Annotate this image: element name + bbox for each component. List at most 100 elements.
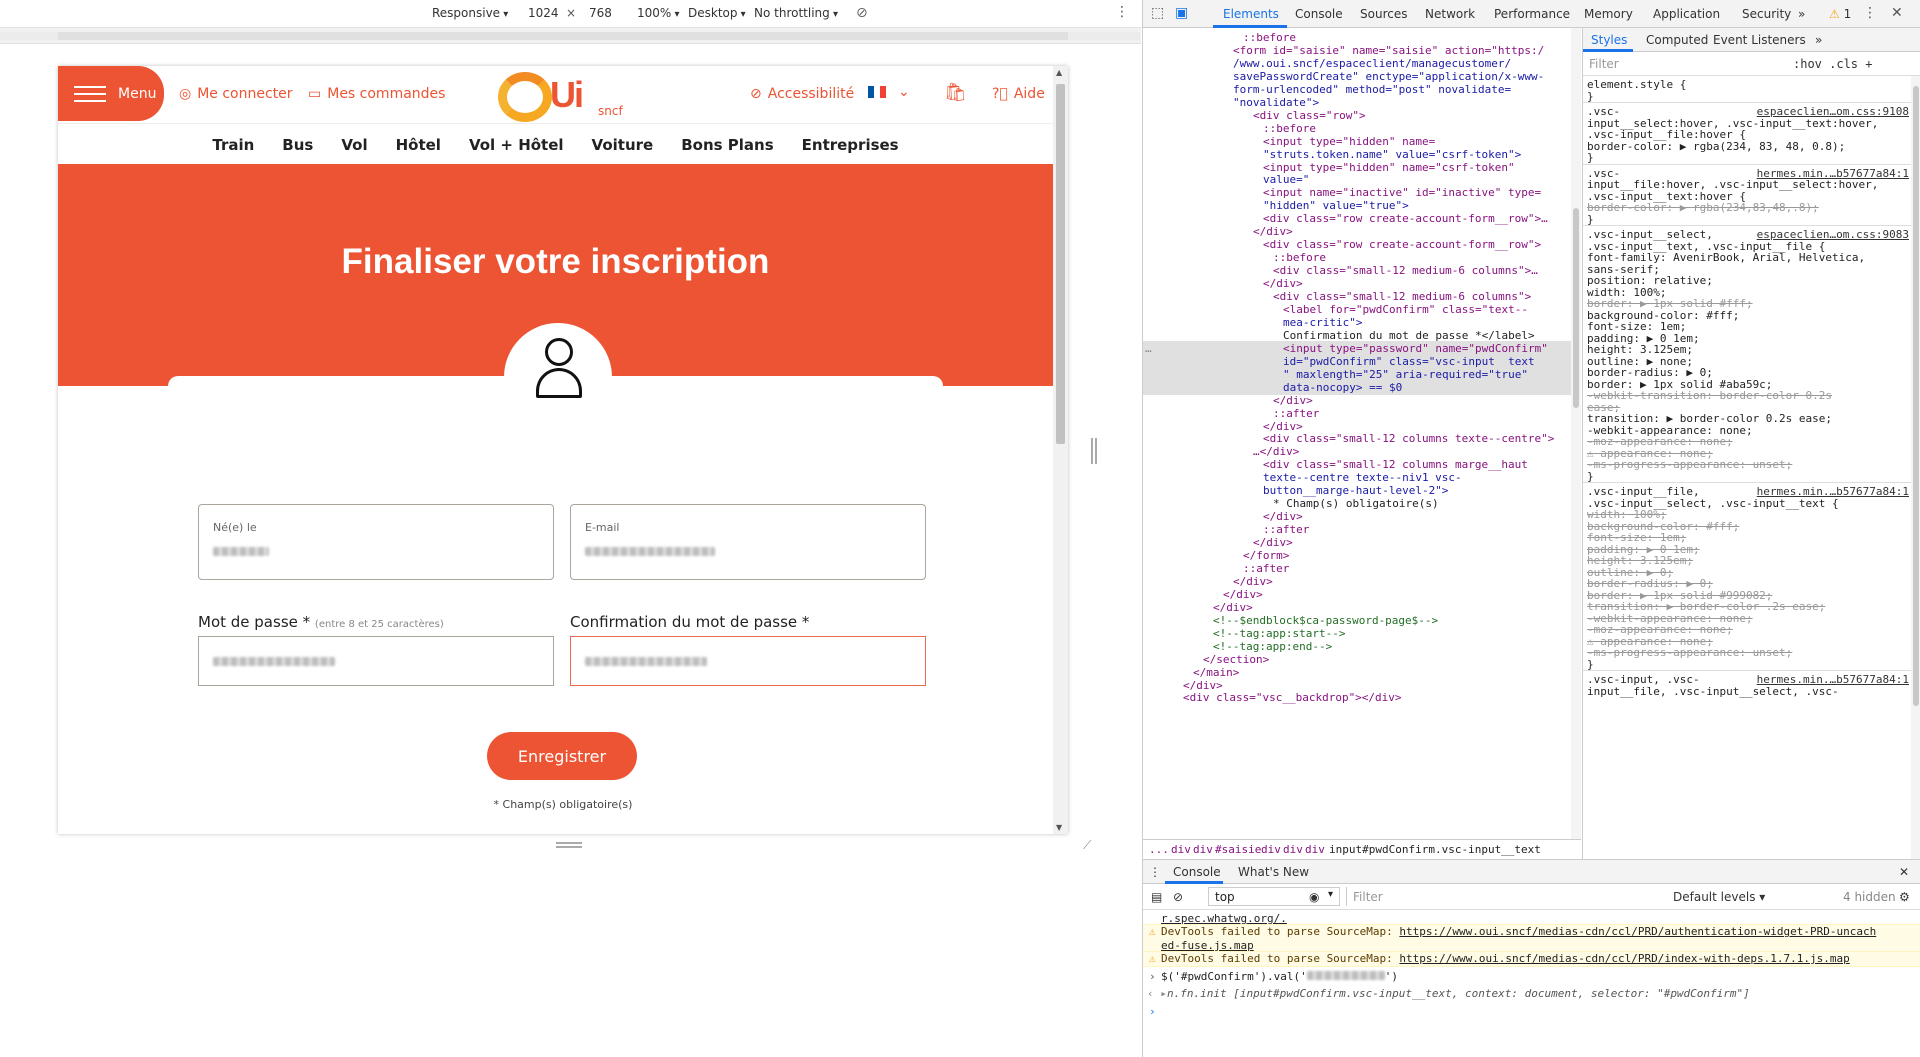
email-field[interactable]: E-mail — [570, 504, 926, 580]
close-drawer-icon[interactable]: ✕ — [1899, 865, 1909, 879]
login-link[interactable]: ◎ Me connecter — [179, 86, 293, 102]
zoom-select[interactable]: 100% — [637, 6, 680, 20]
dom-node-line[interactable]: <div class="vsc__backdrop"></div> — [1143, 690, 1581, 706]
styles-filter[interactable]: Filter :hov .cls + — [1583, 52, 1920, 76]
nav-vol[interactable]: Vol — [327, 124, 381, 164]
style-rule-text: } — [1587, 212, 1594, 226]
scroll-down-icon[interactable]: ▼ — [1056, 823, 1062, 832]
context-select[interactable]: top ▾ — [1208, 887, 1340, 906]
cart-icon[interactable]: 🛍 — [944, 82, 967, 103]
styles-filter-placeholder: Filter — [1589, 57, 1619, 71]
console-filter-input[interactable]: Filter — [1346, 887, 1516, 906]
orders-link[interactable]: ▭ Mes commandes — [308, 86, 445, 102]
clear-console-icon[interactable]: ⊘ — [1173, 890, 1183, 904]
inspect-element-icon[interactable]: ⬚ — [1151, 5, 1164, 21]
sidebar-toggle-icon[interactable]: ▤ — [1151, 890, 1162, 904]
console-settings-icon[interactable]: ⚙ — [1899, 890, 1910, 904]
breadcrumb-item[interactable]: div — [1305, 843, 1325, 856]
throttling-select[interactable]: No throttling — [754, 6, 838, 20]
nav-bons-plans[interactable]: Bons Plans — [667, 124, 787, 164]
redacted-value — [1306, 971, 1385, 980]
accessibility-link[interactable]: ⊘ Accessibilité — [750, 86, 854, 102]
viewport-height-input[interactable]: 768 — [589, 6, 612, 20]
styles-scrollbar[interactable] — [1911, 76, 1920, 859]
console-message[interactable]: ‹ ▸ n.fn.init [input#pwdConfirm.vsc-input… — [1143, 987, 1920, 1001]
tab-computed[interactable]: Computed — [1646, 33, 1708, 47]
breadcrumb-item[interactable]: ... — [1149, 843, 1169, 856]
page-scrollbar[interactable]: ▲ ▼ — [1053, 66, 1068, 834]
password-input[interactable] — [198, 636, 554, 686]
style-rule-text: input__file, .vsc-input__select, .vsc- — [1587, 684, 1839, 698]
corner-resize-handle[interactable]: ⟋ — [1083, 838, 1091, 853]
selected-node-menu-icon[interactable]: … — [1143, 341, 1581, 357]
right-resize-handle[interactable] — [1091, 438, 1097, 464]
styles-more-icon[interactable]: » — [1815, 33, 1822, 47]
console-message-text: DevTools failed to parse SourceMap: — [1161, 925, 1400, 938]
warnings-counter[interactable]: ⚠ 1 — [1829, 7, 1851, 21]
orders-label: Mes commandes — [327, 86, 446, 102]
breadcrumb-item[interactable]: #saisie — [1215, 843, 1261, 856]
device-mode-select[interactable]: Responsive — [432, 6, 508, 20]
nav-train[interactable]: Train — [198, 124, 268, 164]
confirm-password-input[interactable] — [570, 636, 926, 686]
nav-vol-hotel[interactable]: Vol + Hôtel — [455, 124, 578, 164]
more-options-icon[interactable]: ⋮ — [1115, 4, 1129, 20]
device-type-select[interactable]: Desktop — [688, 6, 746, 20]
language-selector[interactable]: ⌄ — [868, 84, 910, 100]
rotate-icon[interactable]: ⊘ — [856, 5, 868, 21]
drawer-tab-console[interactable]: Console — [1173, 865, 1221, 879]
tab-network[interactable]: Network — [1425, 7, 1475, 21]
oui-sncf-logo[interactable]: Ui sncf — [498, 72, 638, 122]
console-filter-placeholder: Filter — [1353, 890, 1383, 904]
drawer-tab-whats-new[interactable]: What's New — [1238, 865, 1309, 879]
breadcrumb-item[interactable]: div — [1193, 843, 1213, 856]
elements-scrollbar[interactable] — [1571, 28, 1581, 839]
tab-application[interactable]: Application — [1653, 7, 1720, 21]
viewport-width-input[interactable]: 1024 — [528, 6, 559, 20]
logo-ui-text: Ui — [550, 74, 584, 115]
tab-memory[interactable]: Memory — [1584, 7, 1633, 21]
breadcrumb-item[interactable]: div — [1261, 843, 1281, 856]
tab-event-listeners[interactable]: Event Listeners — [1713, 33, 1806, 47]
breadcrumb-item[interactable]: input#pwdConfirm.vsc-input__text — [1329, 843, 1541, 856]
devtools-menu-icon[interactable]: ⋮ — [1863, 5, 1877, 21]
log-levels-value: Default levels — [1673, 890, 1756, 904]
tab-styles[interactable]: Styles — [1591, 33, 1627, 47]
style-rule-line[interactable]: input__file, .vsc-input__select, .vsc- — [1587, 685, 1917, 699]
birthdate-field[interactable]: Né(e) le — [198, 504, 554, 580]
nav-bus[interactable]: Bus — [268, 124, 327, 164]
drawer-menu-icon[interactable]: ⋮ — [1149, 865, 1161, 879]
nav-entreprises[interactable]: Entreprises — [788, 124, 913, 164]
close-devtools-icon[interactable]: ✕ — [1891, 5, 1903, 21]
menu-button[interactable]: Menu — [58, 66, 164, 121]
help-link[interactable]: ?⃝ Aide — [992, 86, 1045, 102]
breadcrumb-item[interactable]: div — [1283, 843, 1303, 856]
scroll-up-icon[interactable]: ▲ — [1056, 68, 1062, 77]
tab-performance[interactable]: Performance — [1494, 7, 1570, 21]
hov-cls-toggles[interactable]: :hov .cls + — [1793, 57, 1872, 71]
breadcrumb-item[interactable]: div — [1171, 843, 1191, 856]
result-arrow-icon[interactable]: ‹ ▸ — [1147, 987, 1167, 1001]
tab-elements[interactable]: Elements — [1223, 7, 1279, 21]
tab-console[interactable]: Console — [1295, 7, 1343, 21]
tab-sources[interactable]: Sources — [1360, 7, 1407, 21]
elements-tree[interactable]: ::before <form id="saisie" name="saisie" … — [1143, 28, 1581, 839]
save-button[interactable]: Enregistrer — [487, 732, 637, 780]
sourcemap-link[interactable]: https://www.oui.sncf/medias-cdn/ccl/PRD/… — [1399, 952, 1849, 965]
nav-voiture[interactable]: Voiture — [578, 124, 668, 164]
scroll-thumb[interactable] — [1056, 84, 1065, 444]
console-prompt[interactable]: › — [1143, 1005, 1920, 1019]
log-levels-select[interactable]: Default levels ▾ — [1673, 890, 1765, 904]
more-tabs-icon[interactable]: » — [1798, 7, 1805, 21]
console-message[interactable]: ⚠ DevTools failed to parse SourceMap: htt… — [1143, 951, 1920, 967]
sourcemap-link[interactable]: https://www.oui.sncf/medias-cdn/ccl/PRD/… — [1399, 925, 1876, 938]
console-message[interactable]: › $('#pwdConfirm').val(' ') — [1143, 970, 1920, 984]
nav-hotel[interactable]: Hôtel — [382, 124, 455, 164]
tab-security[interactable]: Security — [1742, 7, 1791, 21]
user-icon — [545, 338, 573, 366]
password-hint: (entre 8 et 25 caractères) — [314, 619, 444, 630]
eye-icon[interactable]: ◉ — [1309, 890, 1319, 904]
device-toolbar-icon[interactable]: ▣ — [1175, 5, 1188, 21]
bottom-resize-handle[interactable] — [556, 842, 582, 848]
console-message[interactable]: ⚠ DevTools failed to parse SourceMap: htt… — [1143, 924, 1920, 954]
